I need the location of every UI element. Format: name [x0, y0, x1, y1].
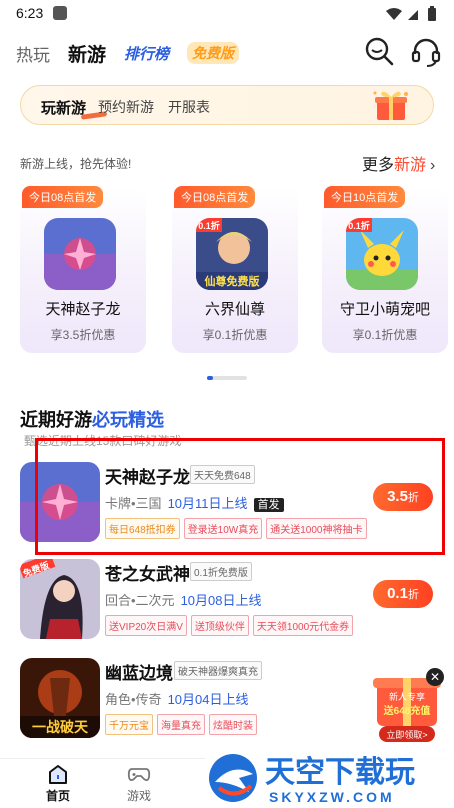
wifi-battery-icon — [386, 6, 436, 21]
tag-list: 千万元宝 海量真充 炫酷时装 — [105, 714, 257, 735]
svg-text:立即领取>: 立即领取> — [386, 729, 427, 740]
clock: 6:23 — [16, 5, 44, 21]
close-icon[interactable]: ✕ — [426, 668, 444, 686]
release-tag: 今日10点首发 — [324, 186, 406, 208]
subtab-preorder[interactable]: 预约新游 — [98, 97, 154, 117]
game-thumbnail: 免费版 — [20, 559, 100, 639]
release-date: 10月04日上线 — [167, 692, 249, 707]
tab-new-games[interactable]: 新游 — [68, 40, 106, 67]
new-game-card[interactable]: 今日08点首发 仙尊免费版 0.1折 六界仙尊 享0.1折优惠 — [172, 186, 298, 353]
recent-games-heading: 近期好游必玩精选 — [20, 406, 164, 432]
svg-text:0.1折: 0.1折 — [348, 220, 370, 231]
tag: 送VIP20次日满V — [105, 615, 187, 636]
svg-text:天空下载玩: 天空下载玩 — [265, 756, 415, 789]
discount-value: 0.1 — [387, 585, 408, 602]
svg-text:送648充值: 送648充值 — [383, 704, 431, 717]
game-meta: 角色•传奇 10月04日上线 — [105, 689, 248, 708]
discount-button[interactable]: 0.1折 — [373, 580, 433, 608]
subtab-server-schedule[interactable]: 开服表 — [168, 97, 210, 117]
heading-highlight: 必玩精选 — [92, 410, 164, 430]
customer-service-icon[interactable] — [410, 36, 442, 68]
new-game-card[interactable]: 今日08点首发 天神赵子龙 享3.5折优惠 — [20, 186, 146, 353]
top-tab-bar: 热玩 新游 排行榜 免费版 — [16, 38, 240, 68]
carousel-indicator — [207, 376, 247, 380]
game-name: 天神赵子龙 — [45, 301, 121, 318]
release-date: 10月08日上线 — [180, 593, 262, 608]
game-thumbnail: 一战破天 — [20, 658, 100, 738]
game-name: 守卫小萌宠吧 — [339, 301, 430, 318]
tag: 海量真充 — [157, 714, 205, 735]
tab-ranking[interactable]: 排行榜 — [124, 43, 169, 64]
nav-games[interactable]: 游戏 — [109, 763, 169, 804]
more-label: 更多 — [362, 157, 395, 174]
discount-text: 享0.1折优惠 — [352, 328, 418, 342]
svg-text:0.1折: 0.1折 — [198, 220, 220, 231]
discount-unit: 折 — [407, 589, 419, 601]
release-tag: 今日08点首发 — [22, 186, 104, 208]
search-icon[interactable] — [364, 36, 394, 66]
game-icon: 0.1折 — [346, 218, 418, 290]
discount-text: 享0.1折优惠 — [202, 328, 268, 342]
tag: 千万元宝 — [105, 714, 153, 735]
game-meta: 回合•二次元 10月08日上线 — [105, 590, 261, 609]
new-games-subtitle: 新游上线，抢先体验! — [20, 157, 132, 171]
genre: 角色•传奇 — [105, 692, 162, 707]
sub-tab-bar: 玩新游 预约新游 开服表 — [20, 85, 434, 125]
site-watermark-logo: 天空下载玩 SKYXZW.COM — [205, 748, 454, 808]
discount-text: 享3.5折优惠 — [50, 328, 116, 342]
highlight-box — [35, 438, 445, 555]
list-item[interactable]: 免费版 苍之女武神 0.1折免费版 回合•二次元 10月08日上线 送VIP20次… — [0, 553, 454, 648]
game-title: 苍之女武神 — [105, 565, 190, 584]
svg-text:一战破天: 一战破天 — [32, 719, 89, 735]
tag-list: 送VIP20次日满V 送顶级伙伴 天天领1000元代金券 — [105, 615, 354, 636]
svg-text:新人专享: 新人专享 — [389, 691, 425, 702]
tab-free-version[interactable]: 免费版 — [187, 42, 240, 64]
status-bar: 6:23 — [0, 0, 454, 28]
tag: 天天领1000元代金券 — [252, 615, 354, 636]
game-icon: 仙尊免费版 0.1折 — [196, 218, 268, 290]
tag: 送顶级伙伴 — [190, 615, 249, 636]
chevron-right-icon: › — [430, 157, 436, 174]
subtab-play-new[interactable]: 玩新游 — [41, 97, 86, 118]
notification-icon — [53, 6, 67, 20]
game-icon — [44, 218, 116, 290]
game-name: 六界仙尊 — [204, 301, 265, 318]
svg-text:SKYXZW.COM: SKYXZW.COM — [269, 789, 395, 805]
nav-home[interactable]: 首页 — [28, 763, 88, 804]
more-highlight: 新游 — [394, 157, 427, 174]
feature-badge: 0.1折免费版 — [190, 562, 252, 581]
genre: 回合•二次元 — [105, 593, 175, 608]
nav-label: 游戏 — [126, 789, 151, 803]
system-icons — [384, 6, 440, 25]
home-icon — [49, 765, 67, 784]
new-game-card[interactable]: 今日10点首发 0.1折 守卫小萌宠吧 享0.1折优惠 — [322, 186, 448, 353]
feature-badge: 破天神器爆爽真充 — [174, 661, 262, 680]
release-tag: 今日08点首发 — [174, 186, 256, 208]
heading-plain: 近期好游 — [20, 410, 92, 430]
nav-label: 首页 — [45, 789, 70, 803]
more-new-games-link[interactable]: 更多新游 › — [362, 151, 435, 175]
gamepad-icon — [127, 768, 151, 782]
game-title: 幽蓝边境 — [105, 664, 173, 683]
tag: 炫酷时装 — [209, 714, 257, 735]
gift-box-icon — [373, 91, 408, 120]
svg-text:仙尊免费版: 仙尊免费版 — [205, 274, 260, 288]
tab-hot[interactable]: 热玩 — [16, 41, 50, 66]
